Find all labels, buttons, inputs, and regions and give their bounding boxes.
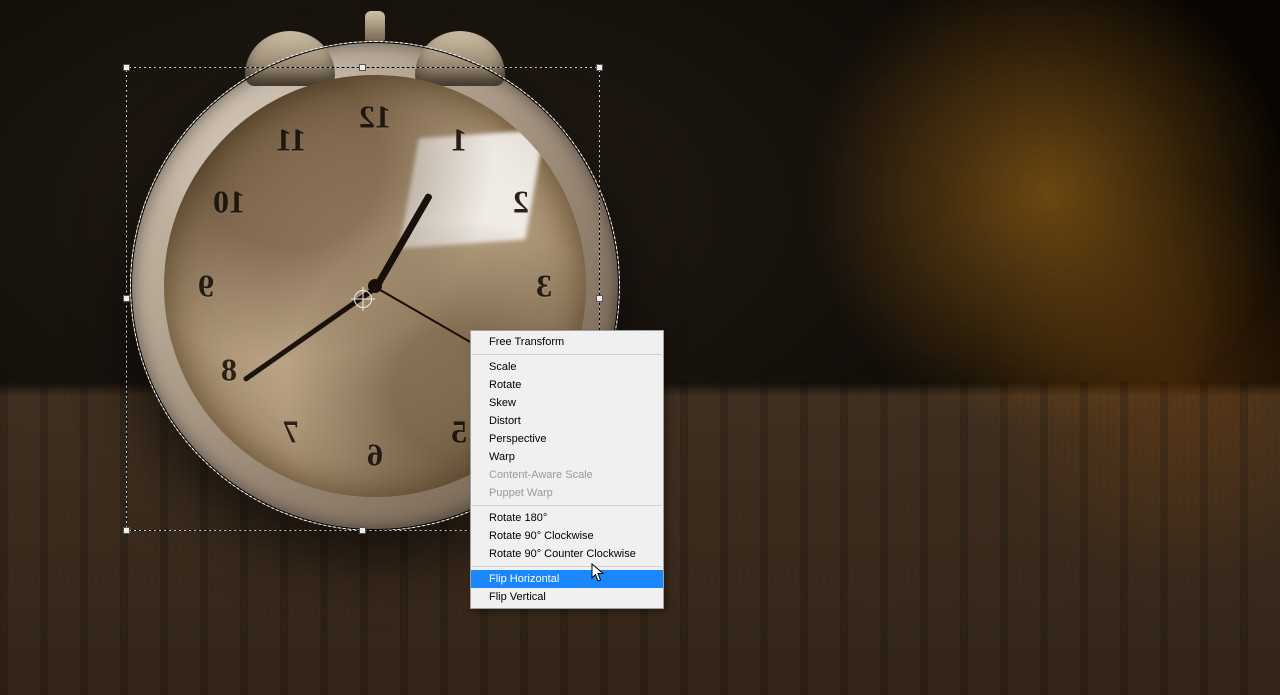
transform-context-menu[interactable]: Free Transform ScaleRotateSkewDistortPers… [470,330,664,609]
menu-separator [472,566,662,567]
menu-item-free_transform[interactable]: Free Transform [471,333,663,351]
menu-item-rotate_180[interactable]: Rotate 180° [471,509,663,527]
menu-separator [472,505,662,506]
menu-item-puppet_warp: Puppet Warp [471,484,663,502]
handle-mid-right[interactable] [596,295,603,302]
menu-item-scale[interactable]: Scale [471,358,663,376]
menu-item-rotate_90_cw[interactable]: Rotate 90° Clockwise [471,527,663,545]
menu-item-distort[interactable]: Distort [471,412,663,430]
clock-post [365,11,385,41]
menu-item-rotate_90_ccw[interactable]: Rotate 90° Counter Clockwise [471,545,663,563]
handle-mid-left[interactable] [123,295,130,302]
menu-item-rotate[interactable]: Rotate [471,376,663,394]
menu-separator [472,354,662,355]
menu-item-perspective[interactable]: Perspective [471,430,663,448]
handle-bottom-mid[interactable] [359,527,366,534]
menu-item-flip_h[interactable]: Flip Horizontal [471,570,663,588]
menu-item-warp[interactable]: Warp [471,448,663,466]
handle-bottom-left[interactable] [123,527,130,534]
handle-top-mid[interactable] [359,64,366,71]
handle-top-right[interactable] [596,64,603,71]
menu-item-flip_v[interactable]: Flip Vertical [471,588,663,606]
transform-center[interactable] [354,290,372,308]
menu-item-skew[interactable]: Skew [471,394,663,412]
menu-item-content_aware_scale: Content-Aware Scale [471,466,663,484]
handle-top-left[interactable] [123,64,130,71]
